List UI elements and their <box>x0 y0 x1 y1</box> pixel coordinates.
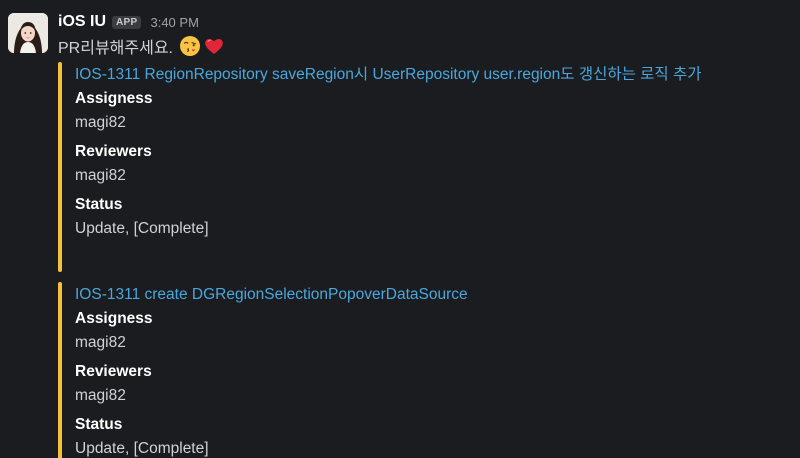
attachment-card: IOS-1311 RegionRepository saveRegion시 Us… <box>58 62 758 272</box>
field-label-assigness: Assigness <box>75 90 153 107</box>
message-text: PR리뷰해주세요. <box>58 40 173 57</box>
field-value-assigness: magi82 <box>75 114 126 131</box>
field-value-reviewers: magi82 <box>75 167 126 184</box>
field-label-assigness: Assigness <box>75 310 153 327</box>
avatar-portrait-icon <box>8 13 48 53</box>
attachment-title-link[interactable]: IOS-1311 create DGRegionSelectionPopover… <box>75 282 735 307</box>
attachment-content: IOS-1311 create DGRegionSelectionPopover… <box>75 282 735 458</box>
field-label-status: Status <box>75 416 123 433</box>
field-label-reviewers: Reviewers <box>75 363 152 380</box>
message-header: iOS IU APP 3:40 PM <box>58 10 199 34</box>
attachment-card: IOS-1311 create DGRegionSelectionPopover… <box>58 282 758 458</box>
attachment-color-bar <box>58 282 62 458</box>
app-badge: APP <box>112 15 142 29</box>
avatar[interactable] <box>8 13 48 53</box>
attachment-color-bar <box>58 62 62 272</box>
red-heart-icon <box>203 35 225 57</box>
face-blowing-kiss-icon <box>179 35 201 57</box>
attachment-title-link[interactable]: IOS-1311 RegionRepository saveRegion시 Us… <box>75 62 735 87</box>
field-value-status: Update, [Complete] <box>75 220 209 237</box>
field-label-status: Status <box>75 196 123 213</box>
attachment-content: IOS-1311 RegionRepository saveRegion시 Us… <box>75 62 735 246</box>
timestamp[interactable]: 3:40 PM <box>150 15 198 30</box>
field-value-assigness: magi82 <box>75 334 126 351</box>
sender-name[interactable]: iOS IU <box>58 13 106 31</box>
field-value-status: Update, [Complete] <box>75 440 209 457</box>
message-body: PR리뷰해주세요. <box>58 34 225 58</box>
field-value-reviewers: magi82 <box>75 387 126 404</box>
field-label-reviewers: Reviewers <box>75 143 152 160</box>
slack-message: iOS IU APP 3:40 PM PR리뷰해주세요. IOS-1311 Re… <box>0 0 800 458</box>
